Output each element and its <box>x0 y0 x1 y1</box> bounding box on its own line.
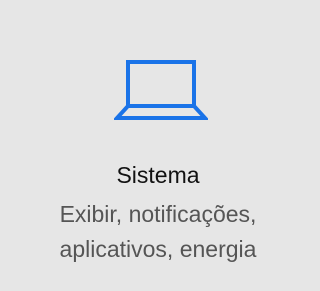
settings-tile-sistema[interactable]: Sistema Exibir, notificações, aplicativo… <box>0 0 316 291</box>
tile-title: Sistema <box>116 162 200 188</box>
tile-description-line: Exibir, notificações, <box>59 201 257 227</box>
laptop-icon <box>114 54 208 124</box>
tile-description-line: aplicativos, energia <box>59 236 257 262</box>
tile-description: Exibir, notificações, aplicativos, energ… <box>0 197 316 267</box>
